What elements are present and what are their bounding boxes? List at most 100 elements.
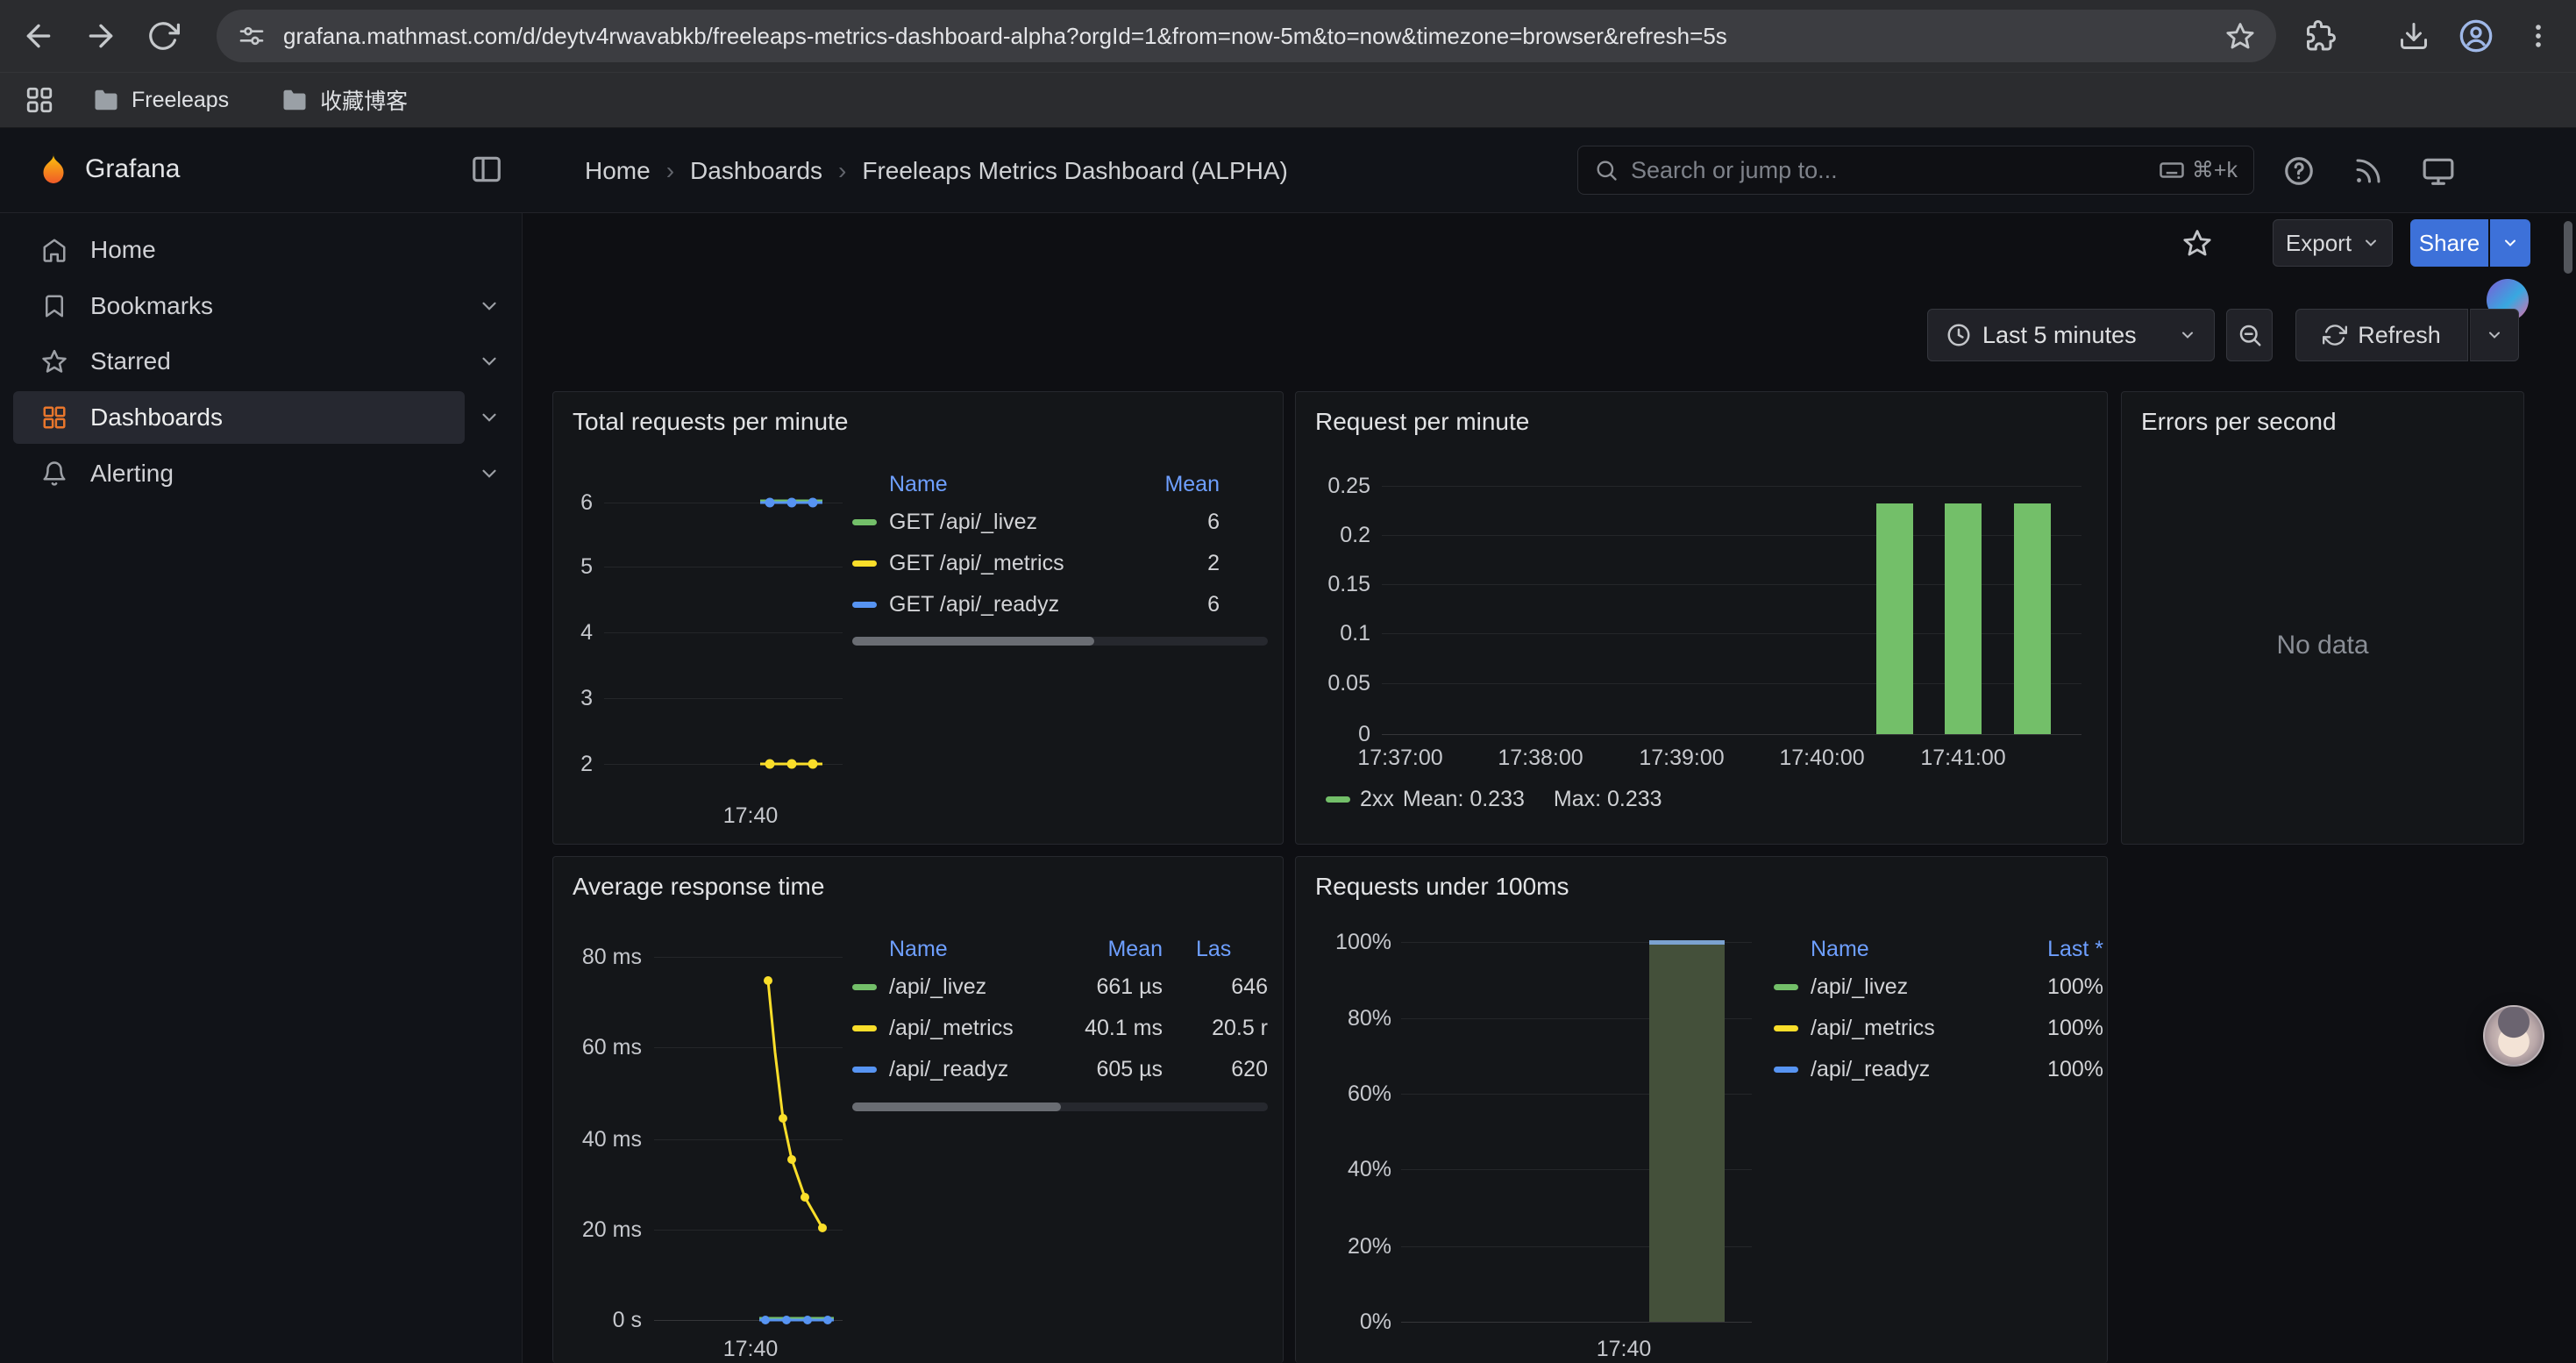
url-bar[interactable]: grafana.mathmast.com/d/deytv4rwavabkb/fr…	[217, 10, 2276, 62]
extensions-icon[interactable]	[2301, 17, 2339, 55]
bookmark-folder-blogs[interactable]: 收藏博客	[273, 81, 416, 119]
legend-scrollbar-thumb[interactable]	[852, 637, 1094, 646]
home-icon	[41, 237, 68, 263]
rss-icon[interactable]	[2348, 151, 2388, 191]
refresh-button[interactable]: Refresh	[2295, 309, 2468, 361]
search-input[interactable]	[1631, 157, 2146, 184]
panel-requests-under-100ms: Requests under 100ms 100% 80% 60% 40% 20…	[1295, 856, 2108, 1363]
series-last: 100%	[2007, 1016, 2103, 1041]
bookmark-icon	[41, 293, 68, 319]
panel-title[interactable]: Request per minute	[1315, 406, 1529, 438]
site-settings-icon[interactable]	[238, 22, 266, 50]
legend-col-mean[interactable]: Mean	[1040, 937, 1163, 962]
bar-2xx	[1945, 503, 1982, 734]
page-scrollbar-thumb[interactable]	[2564, 221, 2572, 274]
chevron-down-icon	[2501, 234, 2519, 252]
chevron-down-icon[interactable]	[467, 335, 511, 388]
series-name: GET /api/_readyz	[889, 592, 1141, 617]
url-text[interactable]: grafana.mathmast.com/d/deytv4rwavabkb/fr…	[283, 23, 2208, 50]
line-chart	[654, 936, 843, 1339]
breadcrumb-dashboards[interactable]: Dashboards	[690, 157, 822, 185]
bookmark-label: Freeleaps	[132, 88, 229, 113]
zoom-out-button[interactable]	[2226, 309, 2273, 361]
refresh-interval-button[interactable]	[2470, 309, 2519, 361]
sidebar-item-label: Alerting	[90, 460, 174, 488]
bar-under-100ms	[1649, 945, 1725, 1322]
sidebar-item-home[interactable]: Home	[13, 224, 465, 276]
legend-table: Name Last * /api/_livez 100% /api/_metri…	[1774, 931, 2103, 1090]
legend-col-name[interactable]: Name	[1811, 937, 2007, 962]
panel-title[interactable]: Average response time	[573, 871, 824, 903]
chevron-down-icon	[2362, 234, 2380, 252]
share-menu-button[interactable]	[2490, 219, 2530, 267]
time-range-picker[interactable]: Last 5 minutes	[1927, 309, 2215, 361]
y-tick: 60 ms	[553, 1034, 642, 1060]
legend-row[interactable]: GET /api/_readyz 6	[852, 584, 1220, 625]
bookmark-label: 收藏博客	[320, 84, 408, 116]
panel-title[interactable]: Total requests per minute	[573, 406, 848, 438]
series-color-marker	[852, 560, 877, 567]
y-tick: 4	[553, 619, 593, 646]
y-tick: 40 ms	[553, 1126, 642, 1152]
legend-row[interactable]: GET /api/_metrics 2	[852, 543, 1220, 584]
series-name: GET /api/_livez	[889, 510, 1141, 535]
legend-col-name[interactable]: Name	[889, 937, 1040, 962]
legend-row[interactable]: /api/_metrics 100%	[1774, 1008, 2103, 1049]
monitor-icon[interactable]	[2418, 151, 2459, 191]
series-last: 20.5 r	[1163, 1016, 1268, 1041]
panel-total-requests: Total requests per minute 6 5 4 3 2 17:4…	[552, 391, 1284, 845]
legend-row[interactable]: /api/_metrics 40.1 ms 20.5 r	[852, 1008, 1268, 1049]
sidebar-item-alerting[interactable]: Alerting	[13, 447, 465, 500]
search-box[interactable]: ⌘+k	[1577, 146, 2254, 195]
breadcrumb-home[interactable]: Home	[585, 157, 651, 185]
legend-row[interactable]: /api/_livez 100%	[1774, 967, 2103, 1008]
series-mean: 6	[1141, 510, 1220, 535]
series-mean: 605 µs	[1040, 1057, 1163, 1082]
legend-row[interactable]: GET /api/_livez 6	[852, 502, 1220, 543]
legend-row[interactable]: /api/_livez 661 µs 646	[852, 967, 1268, 1008]
sidebar-item-dashboards[interactable]: Dashboards	[13, 391, 465, 444]
chevron-down-icon	[2486, 326, 2503, 344]
series-name: /api/_livez	[1811, 974, 2007, 1000]
export-button[interactable]: Export	[2273, 219, 2393, 267]
legend-row[interactable]: /api/_readyz 100%	[1774, 1049, 2103, 1090]
forward-icon[interactable]	[82, 17, 120, 55]
y-tick: 0.05	[1296, 670, 1370, 696]
legend-row[interactable]: /api/_readyz 605 µs 620	[852, 1049, 1268, 1090]
favorite-star-icon[interactable]	[2178, 224, 2217, 262]
grafana-logo-icon[interactable]	[33, 150, 74, 190]
panel-title[interactable]: Requests under 100ms	[1315, 871, 1569, 903]
help-icon[interactable]	[2279, 151, 2319, 191]
y-tick: 0.15	[1296, 571, 1370, 597]
reload-icon[interactable]	[144, 17, 182, 55]
panel-title[interactable]: Errors per second	[2141, 406, 2337, 438]
legend-col-mean[interactable]: Mean	[1141, 472, 1220, 497]
legend-col-last[interactable]: Last *	[2007, 937, 2103, 962]
dock-menu-icon[interactable]	[470, 153, 503, 186]
profile-icon[interactable]	[2457, 17, 2495, 55]
series-last: 100%	[2007, 974, 2103, 1000]
star-icon	[41, 348, 68, 375]
y-tick: 20 ms	[553, 1217, 642, 1243]
downloads-icon[interactable]	[2395, 17, 2433, 55]
bookmark-folder-freeleaps[interactable]: Freeleaps	[84, 81, 238, 119]
browser-menu-icon[interactable]	[2519, 17, 2558, 55]
dashboards-grid-icon	[41, 404, 68, 431]
series-mean: 6	[1141, 592, 1220, 617]
assistant-avatar-overlay[interactable]	[2483, 1005, 2544, 1067]
back-icon[interactable]	[19, 17, 58, 55]
sidebar-item-starred[interactable]: Starred	[13, 335, 465, 388]
bookmark-star-icon[interactable]	[2225, 21, 2255, 51]
chevron-down-icon[interactable]	[467, 280, 511, 332]
legend-scrollbar-thumb[interactable]	[852, 1103, 1061, 1111]
legend-col-name[interactable]: Name	[889, 472, 1141, 497]
apps-grid-icon[interactable]	[25, 85, 54, 115]
series-color-marker	[852, 1067, 877, 1073]
chevron-down-icon[interactable]	[467, 447, 511, 500]
share-button[interactable]: Share	[2410, 219, 2488, 267]
sidebar-item-bookmarks[interactable]: Bookmarks	[13, 280, 465, 332]
legend-col-last[interactable]: Las	[1163, 937, 1268, 962]
refresh-icon	[2323, 323, 2347, 347]
legend[interactable]: 2xx Mean: 0.233 Max: 0.233	[1326, 787, 1662, 811]
chevron-down-icon[interactable]	[467, 391, 511, 444]
